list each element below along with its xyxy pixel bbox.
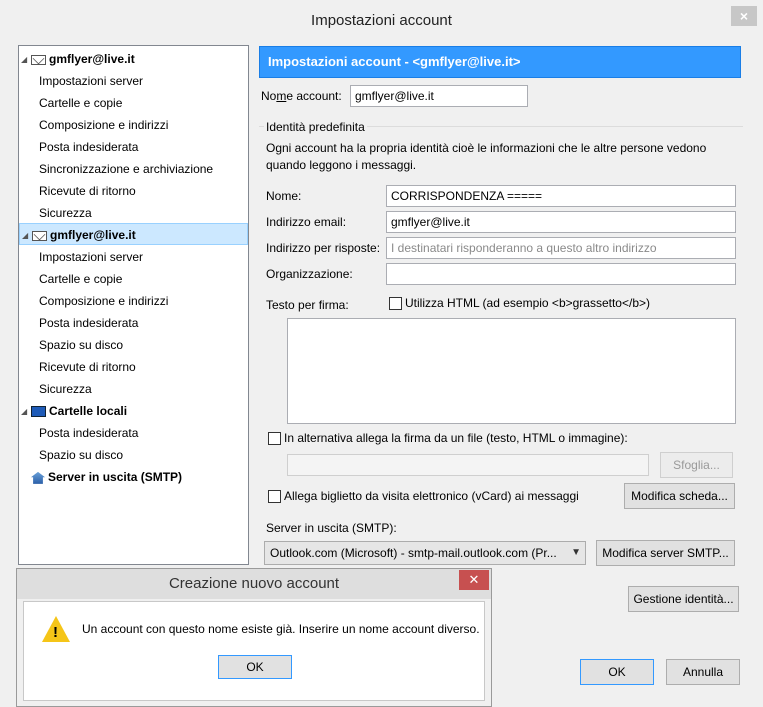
account-name-label-accesskey: m [276,89,287,103]
tree-account-1[interactable]: ◢ gmflyer@live.it [19,48,248,70]
window-close-button[interactable]: × [731,6,757,26]
dialog-title: Creazione nuovo account [17,569,491,599]
tree-item-junk[interactable]: Posta indesiderata [19,422,248,444]
vcard-label: Allega biglietto da visita elettronico (… [284,489,579,503]
tree-item-receipts[interactable]: Ricevute di ritorno [19,356,248,378]
use-html-option[interactable]: Utilizza HTML (ad esempio <b>grassetto</… [389,296,650,311]
organization-input[interactable] [386,263,736,285]
account-name-label-post: e account: [286,89,342,103]
signature-label: Testo per firma: [266,298,349,312]
name-label: Nome: [266,189,302,203]
use-html-label: Utilizza HTML (ad esempio <b>grassetto</… [405,296,650,310]
use-html-checkbox[interactable] [389,297,402,311]
tree-account-1-label: gmflyer@live.it [49,52,135,66]
signature-textarea[interactable] [287,318,736,424]
smtp-select[interactable]: Outlook.com (Microsoft) - smtp-mail.outl… [264,541,586,565]
tree-smtp-label: Server in uscita (SMTP) [48,470,183,484]
attach-signature-label: In alternativa allega la firma da un fil… [284,431,628,445]
account-name-label-pre: No [261,89,277,103]
tree-item-composition[interactable]: Composizione e indirizzi [19,290,248,312]
tree-item-security[interactable]: Sicurezza [19,202,248,224]
attach-signature-checkbox[interactable] [268,432,281,446]
dialog-close-button[interactable]: ✕ [459,570,489,590]
tree-item-junk[interactable]: Posta indesiderata [19,136,248,158]
vcard-checkbox[interactable] [268,490,281,504]
tree-item-server-settings[interactable]: Impostazioni server [19,70,248,92]
name-input[interactable]: CORRISPONDENZA ===== [386,185,736,207]
tree-item-sync[interactable]: Sincronizzazione e archiviazione [19,158,248,180]
tree-account-2[interactable]: ◢ gmflyer@live.it [19,223,248,245]
identity-description-line2: quando leggono i messaggi. [266,158,417,172]
browse-button[interactable]: Sfoglia... [660,452,733,478]
tree-item-folders-copies[interactable]: Cartelle e copie [19,268,248,290]
cancel-button[interactable]: Annulla [666,659,740,685]
window-titlebar: Impostazioni account × [0,0,763,40]
smtp-select-value: Outlook.com (Microsoft) - smtp-mail.outl… [270,546,557,560]
outbox-icon [31,471,45,484]
envelope-icon [31,54,46,65]
edit-smtp-button[interactable]: Modifica server SMTP... [596,540,735,566]
tree-item-junk[interactable]: Posta indesiderata [19,312,248,334]
collapse-icon[interactable]: ◢ [22,225,32,247]
tree-item-folders-copies[interactable]: Cartelle e copie [19,92,248,114]
dialog-message: Un account con questo nome esiste già. I… [82,622,480,636]
signature-file-input[interactable] [287,454,649,476]
tree-smtp-server[interactable]: Server in uscita (SMTP) [19,466,248,488]
organization-label: Organizzazione: [266,267,353,281]
email-label: Indirizzo email: [266,215,347,229]
computer-icon [31,406,46,418]
envelope-icon [32,230,47,241]
reply-to-label: Indirizzo per risposte: [266,241,381,255]
tree-item-disk-space[interactable]: Spazio su disco [19,444,248,466]
account-name-label: Nome account: [261,89,342,103]
tree-item-receipts[interactable]: Ricevute di ritorno [19,180,248,202]
dialog-ok-button[interactable]: OK [218,655,292,679]
tree-item-security[interactable]: Sicurezza [19,378,248,400]
identity-group-title: Identità predefinita [264,120,367,134]
panel-header: Impostazioni account - <gmflyer@live.it> [259,46,741,78]
smtp-label: Server in uscita (SMTP): [266,521,397,535]
ok-button[interactable]: OK [580,659,654,685]
tree-item-disk-space[interactable]: Spazio su disco [19,334,248,356]
dialog-body: ! Un account con questo nome esiste già.… [23,601,485,701]
account-tree[interactable]: ◢ gmflyer@live.it Impostazioni server Car… [18,45,249,565]
vcard-option[interactable]: Allega biglietto da visita elettronico (… [268,489,579,504]
manage-identities-button[interactable]: Gestione identità... [628,586,739,612]
tree-item-composition[interactable]: Composizione e indirizzi [19,114,248,136]
attach-signature-option[interactable]: In alternativa allega la firma da un fil… [268,431,628,446]
tree-account-2-label: gmflyer@live.it [50,228,136,242]
window-title: Impostazioni account [311,12,452,29]
tree-local-folders[interactable]: ◢ Cartelle locali [19,400,248,422]
edit-card-button[interactable]: Modifica scheda... [624,483,735,509]
tree-local-folders-label: Cartelle locali [49,404,128,418]
account-exists-dialog: Creazione nuovo account ✕ ! Un account c… [16,568,492,707]
reply-to-input[interactable]: I destinatari risponderanno a questo alt… [386,237,736,259]
chevron-down-icon: ▼ [571,547,581,558]
email-input[interactable]: gmflyer@live.it [386,211,736,233]
collapse-icon[interactable]: ◢ [21,401,31,423]
collapse-icon[interactable]: ◢ [21,49,31,71]
identity-description-line1: Ogni account ha la propria identità cioè… [266,141,707,155]
warning-exclamation-icon: ! [53,624,58,641]
account-name-input[interactable]: gmflyer@live.it [350,85,528,107]
tree-item-server-settings[interactable]: Impostazioni server [19,246,248,268]
